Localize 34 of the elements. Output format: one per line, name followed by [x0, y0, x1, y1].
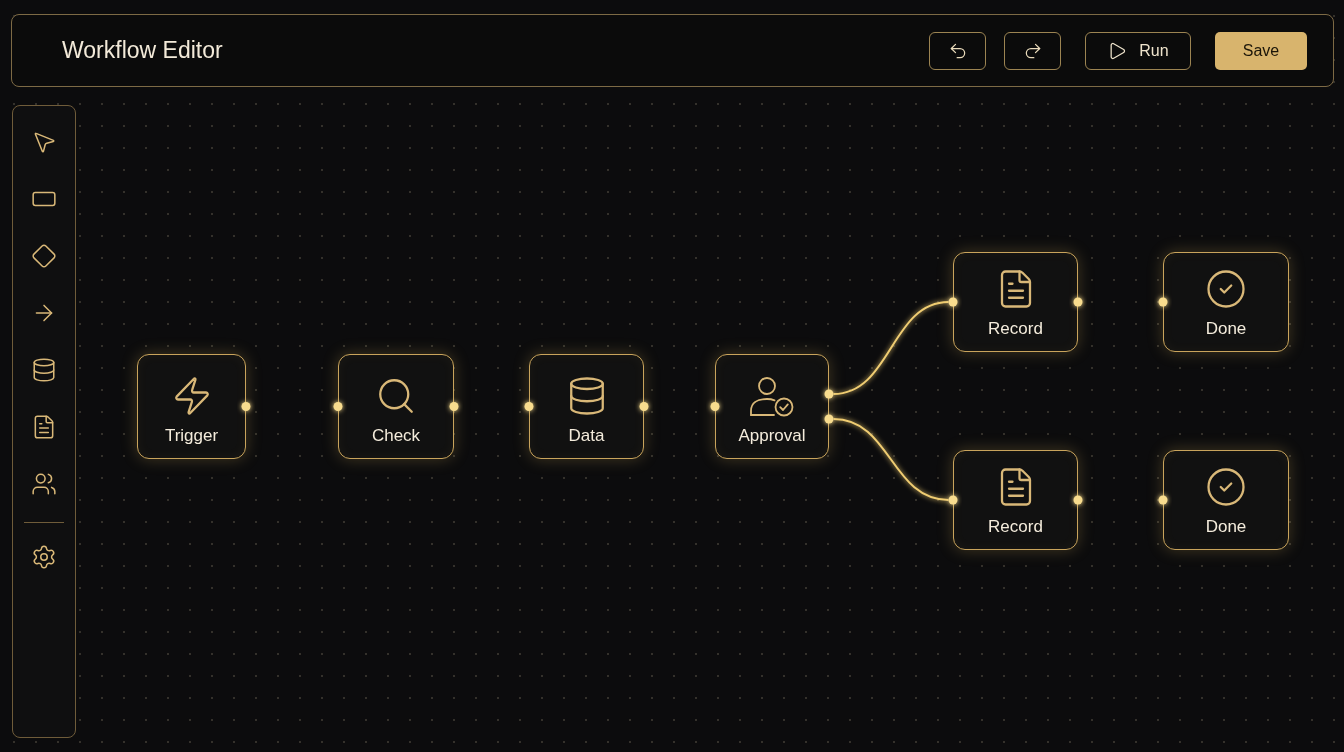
port-icon[interactable]	[948, 495, 958, 505]
settings-icon	[31, 544, 57, 570]
port-icon[interactable]	[333, 402, 343, 411]
port-icon[interactable]	[639, 402, 649, 411]
port-icon[interactable]	[1073, 297, 1083, 307]
diamond-icon	[31, 243, 57, 269]
workflow-node[interactable]: Data	[529, 354, 644, 459]
run-button[interactable]: Run	[1085, 31, 1191, 70]
app-title: Workflow Editor	[62, 37, 223, 64]
undo-button[interactable]	[929, 31, 986, 70]
port-icon[interactable]	[1158, 495, 1168, 505]
user-check-icon	[750, 377, 794, 417]
workflow-node[interactable]: Record	[953, 450, 1078, 550]
workflow-node[interactable]: Done	[1163, 252, 1289, 352]
workflow-node[interactable]: Record	[953, 252, 1078, 352]
port-icon[interactable]	[449, 402, 459, 411]
check-circle-icon	[1205, 268, 1247, 310]
check-circle-icon	[1205, 466, 1247, 508]
users-icon	[31, 471, 57, 497]
workflow-node[interactable]: Check	[338, 354, 454, 459]
port-icon[interactable]	[524, 402, 534, 411]
port-icon[interactable]	[241, 402, 251, 411]
port-icon[interactable]	[824, 389, 834, 399]
workflow-node[interactable]: Done	[1163, 450, 1289, 550]
port-icon[interactable]	[1158, 297, 1168, 307]
port-icon[interactable]	[948, 297, 958, 307]
workflow-node[interactable]: Trigger	[137, 354, 246, 459]
port-icon[interactable]	[824, 414, 834, 424]
database-icon	[31, 357, 57, 383]
port-icon[interactable]	[1073, 495, 1083, 505]
workflow-node[interactable]: Approval	[715, 354, 829, 459]
save-button[interactable]: Save	[1215, 31, 1307, 70]
redo-button[interactable]	[1004, 31, 1061, 70]
port-icon[interactable]	[710, 402, 720, 411]
